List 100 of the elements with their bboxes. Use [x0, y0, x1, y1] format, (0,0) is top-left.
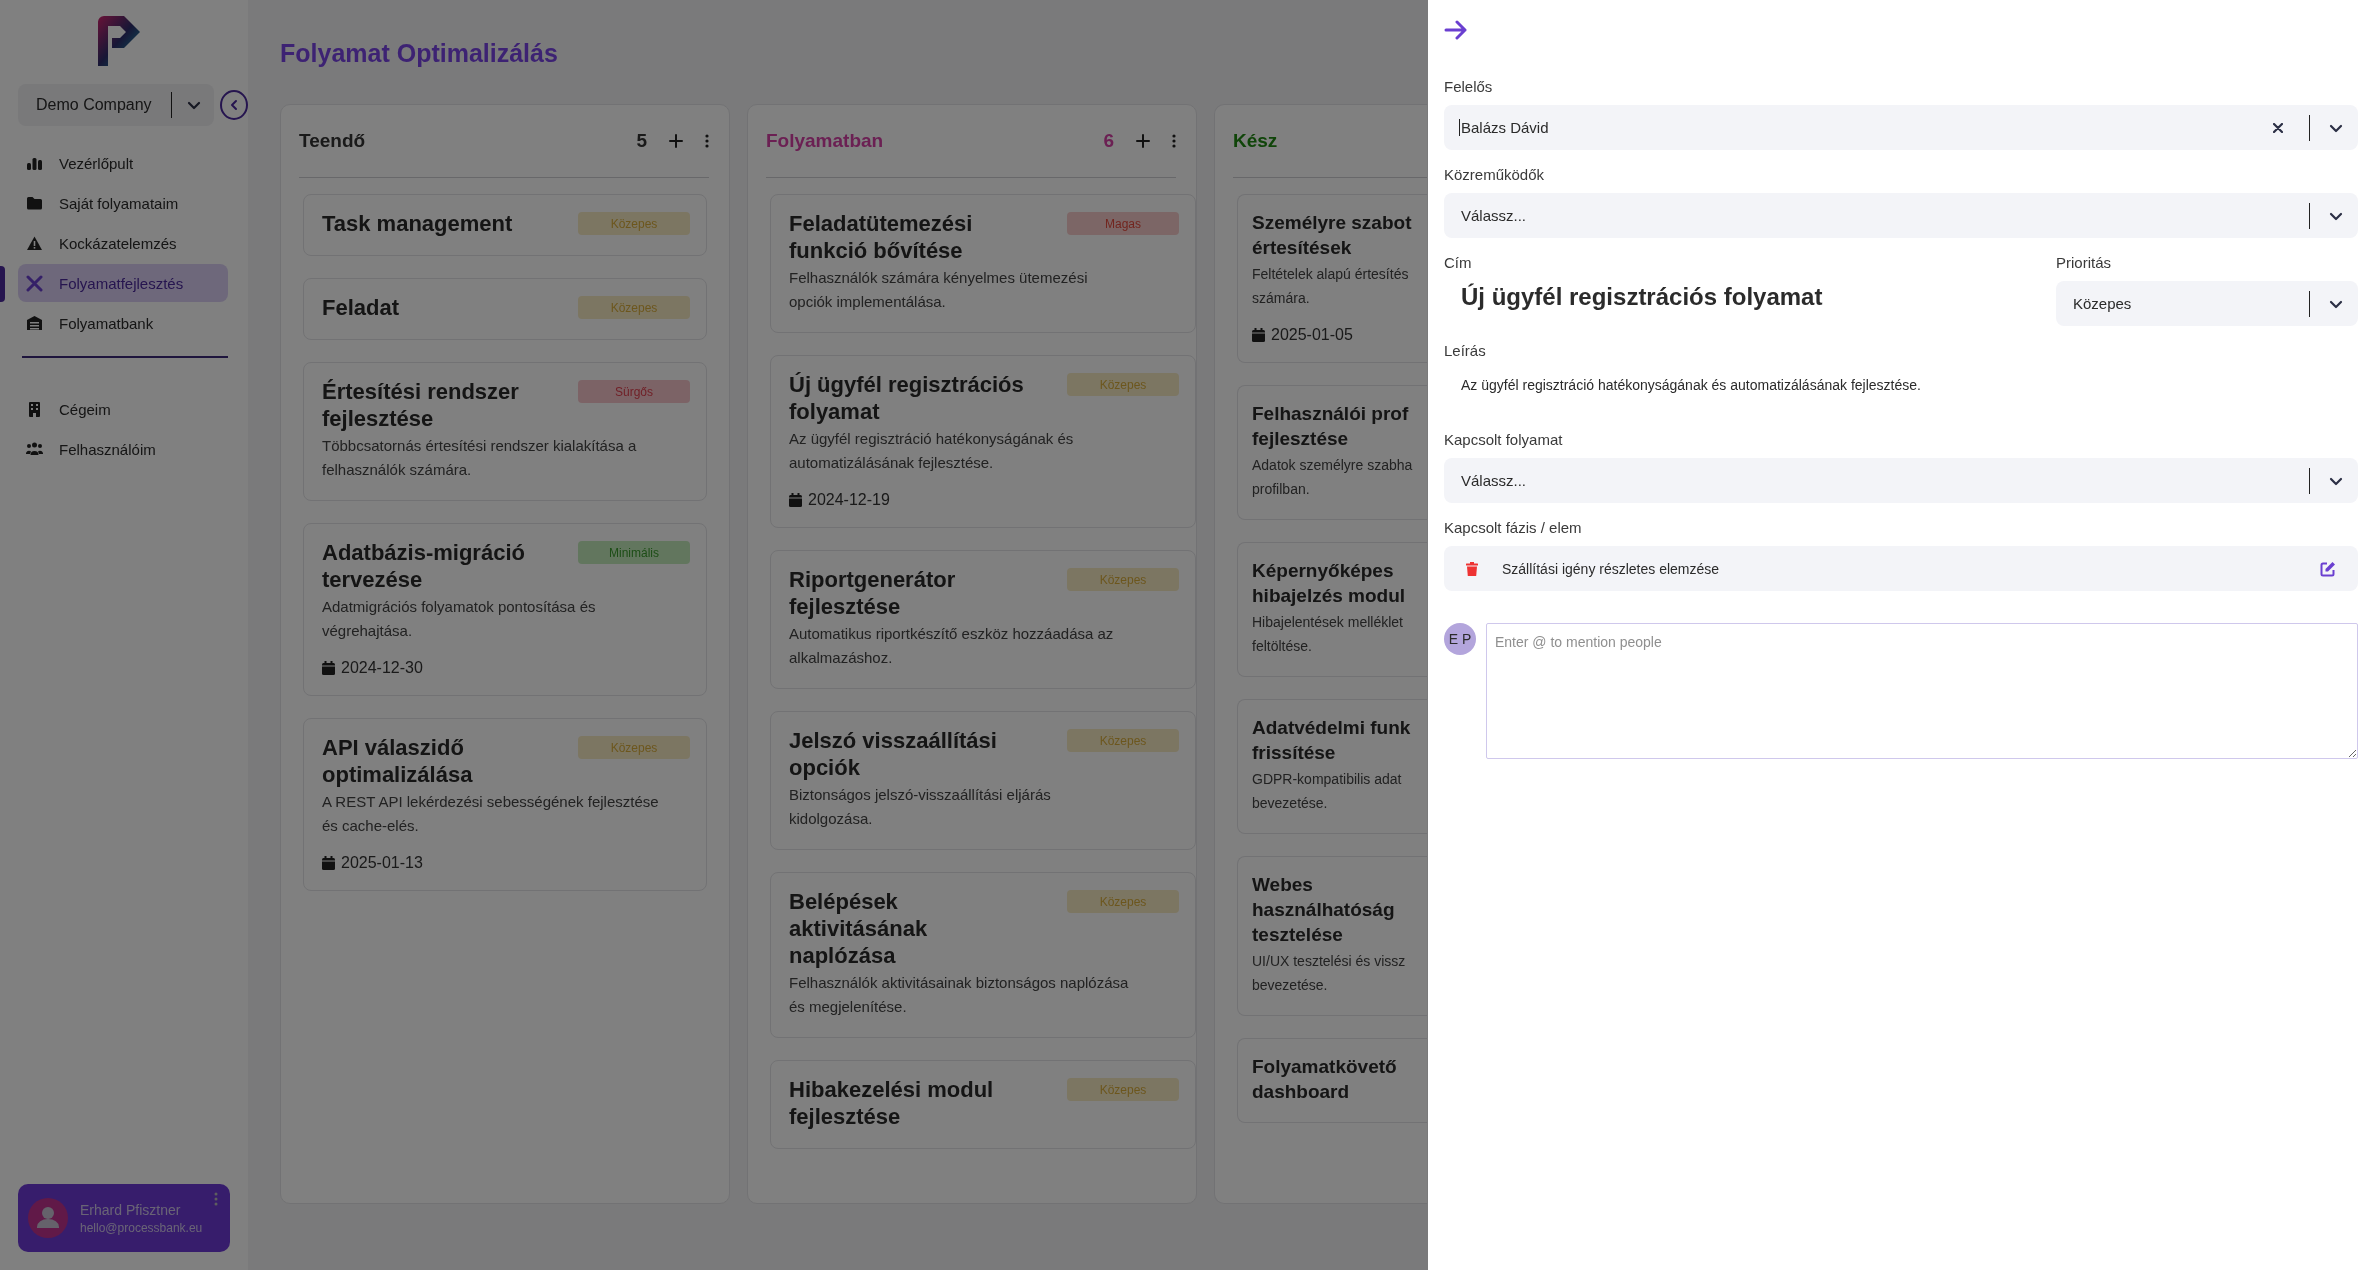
task-card[interactable]: Feladatütemezési funkció bővítése Magas Felhasználók számára kényelmes ütemezési opciók implementálása. [770, 194, 1196, 333]
due-date: 2025-01-05 [1271, 326, 1353, 344]
select-field[interactable]: Válassz... [1444, 193, 2358, 238]
field-label: Közreműködők [1444, 166, 1546, 183]
user-avatar-icon [28, 1198, 68, 1238]
nav-item[interactable]: Felhasználóim [18, 430, 228, 468]
task-card[interactable]: Hibakezelési modul fejlesztése Közepes [770, 1060, 1196, 1149]
trash-icon[interactable] [1466, 561, 1478, 576]
card-description: Adatok személyre szabha profilban. [1252, 456, 1414, 499]
due-date: 2024-12-30 [341, 659, 423, 677]
card-title: Személyre szabot értesítések [1252, 211, 1413, 260]
nav-item[interactable]: Vezérlőpult [18, 144, 228, 182]
task-card[interactable]: Személyre szabot értesítések Feltételek alapú értesítés számára. 2025-01-05 [1237, 194, 1427, 363]
page-title: Folyamat Optimalizálás [280, 37, 559, 69]
card-title: Folyamatkövető dashboard [1252, 1055, 1398, 1104]
task-card[interactable]: Adatvédelmi funk frissítése GDPR-kompatibilis adat bevezetése. [1237, 699, 1427, 834]
card-description: A REST API lekérdezési sebességének fejlesztése és cache-elés. [322, 792, 660, 836]
nav-item[interactable]: Folyamatfejlesztés [18, 264, 228, 302]
card-title: Értesítési rendszer fejlesztése [322, 378, 520, 432]
company-select[interactable]: Demo Company [18, 84, 214, 126]
card-description: Felhasználók számára kényelmes ütemezési opciók implementálása. [789, 268, 1089, 312]
card-count: 6 [1103, 130, 1114, 152]
more-icon[interactable] [705, 134, 709, 148]
card-description: Felhasználók aktivitásainak biztonságos naplózása és megjelenítése. [789, 973, 1130, 1017]
field-label: Prioritás [2056, 254, 2112, 271]
card-title: Felhasználói prof fejlesztése [1252, 402, 1410, 451]
card-description: Biztonságos jelszó-visszaállítási eljárás kidolgozása. [789, 785, 1052, 829]
card-title: Riportgenerátor fejlesztése [789, 566, 957, 620]
priority-badge: Magas [1067, 212, 1179, 235]
description-field[interactable]: Az ügyfél regisztráció hatékonyságának és automatizálásának fejlesztése. [1444, 369, 2358, 419]
card-description: Automatikus riportkészítő eszköz hozzáadása az alkalmazáshoz. [789, 624, 1115, 668]
nav-item[interactable]: Cégeim [18, 390, 228, 428]
chevron-left-icon [228, 99, 240, 111]
calendar-icon [789, 493, 802, 507]
card-title: Jelszó visszaállítási opciók [789, 727, 998, 781]
priority-badge: Közepes [578, 736, 690, 759]
warehouse-icon [26, 314, 43, 332]
task-card[interactable]: Felhasználói prof fejlesztése Adatok személyre szabha profilban. [1237, 385, 1427, 520]
edit-icon[interactable] [2320, 560, 2336, 577]
nav-item[interactable]: Saját folyamataim [18, 184, 228, 222]
card-description: UI/UX tesztelési és vissz bevezetése. [1252, 952, 1407, 995]
user-email: hello@processbank.eu [80, 1220, 204, 1235]
priority-badge: Sürgős [578, 380, 690, 403]
card-title: Képernyőképes hibajelzés modul [1252, 559, 1407, 608]
task-card[interactable]: Belépések aktivitásának naplózása Közepes Felhasználók aktivitásainak biztonságos naplózása és megjelenítése. [770, 872, 1196, 1038]
priority-badge: Közepes [1067, 568, 1179, 591]
select-field[interactable]: Válassz... [1444, 458, 2358, 503]
linked-item: Szállítási igény részletes elemzése [1444, 546, 2358, 591]
due-date: 2025-01-13 [341, 854, 423, 872]
arrow-right-icon[interactable] [1444, 20, 1468, 40]
clear-icon[interactable] [2273, 122, 2283, 133]
select-field[interactable]: Közepes [2056, 281, 2358, 326]
select-field[interactable]: Balázs Dávid [1444, 105, 2358, 150]
task-card[interactable]: Task management Közepes [303, 194, 707, 256]
due-date: 2024-12-19 [808, 491, 890, 509]
users-icon [26, 440, 43, 458]
field-label: Kapcsolt folyamat [1444, 431, 1564, 448]
card-title: Feladat [322, 294, 401, 321]
card-description: Többcsatornás értesítési rendszer kialakítása a felhasználók számára. [322, 436, 638, 480]
priority-badge: Minimális [578, 541, 690, 564]
card-title: Adatbázis-migráció tervezése [322, 539, 526, 593]
collapse-button[interactable] [220, 90, 248, 120]
comment-field[interactable]: Enter @ to mention people [1486, 623, 2358, 759]
column-title: Kész [1233, 130, 1278, 152]
task-card[interactable]: Új ügyfél regisztrációs folyamat Közepes Az ügyfél regisztráció hatékonyságának és automatizálásának fejlesztése. 2024-12-19 [770, 355, 1196, 528]
calendar-icon [322, 661, 335, 675]
task-card[interactable]: Webes használhatóság tesztelése UI/UX tesztelési és vissz bevezetése. [1237, 856, 1427, 1016]
more-icon[interactable] [1172, 134, 1176, 148]
card-count: 5 [636, 130, 647, 152]
nav-item[interactable]: Folyamatbank [18, 304, 228, 342]
field-label: Cím [1444, 254, 1473, 271]
task-card[interactable]: Adatbázis-migráció tervezése Minimális Adatmigrációs folyamatok pontosítása és végrehajtása. 2024-12-30 [303, 523, 707, 696]
user-card[interactable]: Erhard Pfisztner hello@processbank.eu [18, 1184, 230, 1252]
column-title: Folyamatban [766, 130, 884, 152]
plus-icon[interactable] [1136, 134, 1150, 148]
warning-icon [26, 234, 43, 252]
card-description: Adatmigrációs folyamatok pontosítása és végrehajtása. [322, 597, 597, 641]
card-description: GDPR-kompatibilis adat bevezetése. [1252, 770, 1403, 813]
title-field[interactable]: Új ügyfél regisztrációs folyamat [1444, 281, 2030, 326]
active-indicator [0, 266, 5, 302]
card-title: Hibakezelési modul fejlesztése [789, 1076, 995, 1130]
nav-item[interactable]: Kockázatelemzés [18, 224, 228, 262]
building-icon [26, 400, 43, 418]
card-title: Webes használhatóság tesztelése [1252, 873, 1396, 947]
card-title: Belépések aktivitásának naplózása [789, 888, 929, 969]
task-card[interactable]: Jelszó visszaállítási opciók Közepes Biztonságos jelszó-visszaállítási eljárás kidolgozása. [770, 711, 1196, 850]
task-card[interactable]: Értesítési rendszer fejlesztése Sürgős Többcsatornás értesítési rendszer kialakítása a felhasználók számára. [303, 362, 707, 501]
card-title: Feladatütemezési funkció bővítése [789, 210, 974, 264]
task-card[interactable]: Képernyőképes hibajelzés modul Hibajelentések melléklet feltöltése. [1237, 542, 1427, 677]
calendar-icon [322, 856, 335, 870]
card-title: Új ügyfél regisztrációs folyamat [789, 371, 1025, 425]
field-label: Kapcsolt fázis / elem [1444, 519, 1583, 536]
task-card[interactable]: Riportgenerátor fejlesztése Közepes Automatikus riportkészítő eszköz hozzáadása az alkalmazáshoz. [770, 550, 1196, 689]
task-card[interactable]: API válaszidő optimalizálása Közepes A REST API lekérdezési sebességének fejlesztése és cache-elés. 2025-01-13 [303, 718, 707, 891]
user-name: Erhard Pfisztner [80, 1201, 182, 1218]
folder-icon [26, 194, 43, 212]
task-card[interactable]: Folyamatkövető dashboard [1237, 1038, 1427, 1123]
task-card[interactable]: Feladat Közepes [303, 278, 707, 340]
priority-badge: Közepes [1067, 890, 1179, 913]
plus-icon[interactable] [669, 134, 683, 148]
